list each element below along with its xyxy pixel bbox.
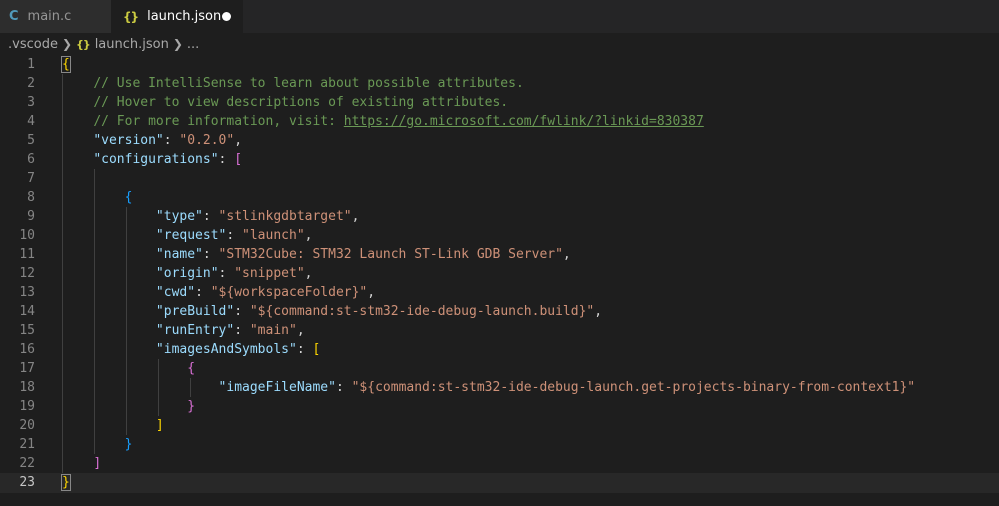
code-line: 15 "runEntry": "main", (0, 321, 999, 340)
code-line: 17 { (0, 359, 999, 378)
chevron-right-icon: ❯ (172, 37, 183, 51)
code-line: 12 "origin": "snippet", (0, 264, 999, 283)
breadcrumb-folder[interactable]: .vscode (8, 37, 58, 52)
code-line: 6 "configurations": [ (0, 150, 999, 169)
tab-bar: C main.c {} launch.json (0, 0, 999, 33)
line-number: 1 (27, 57, 35, 72)
code-line: 10 "request": "launch", (0, 226, 999, 245)
json-key: "configurations" (93, 152, 219, 167)
line-number: 13 (19, 285, 35, 300)
tab-main-c[interactable]: C main.c (0, 0, 111, 33)
line-number: 4 (27, 114, 35, 129)
fwlink-link[interactable]: https://go.microsoft.com/fwlink/?linkid=… (344, 114, 704, 129)
json-string: "snippet" (234, 266, 305, 281)
tab-launch-json[interactable]: {} launch.json (111, 0, 243, 33)
code-line: 13 "cwd": "${workspaceFolder}", (0, 283, 999, 302)
code-line: 20 ] (0, 416, 999, 435)
code-line: 7 (0, 169, 999, 188)
line-number: 23 (19, 475, 35, 490)
tab-label: main.c (27, 9, 72, 24)
code-line: 5 "version": "0.2.0", (0, 131, 999, 150)
json-string: "STM32Cube: STM32 Launch ST-Link GDB Ser… (218, 247, 563, 262)
code-line: 19 } (0, 397, 999, 416)
breadcrumb-file[interactable]: launch.json (95, 37, 169, 52)
code-line: 18 "imageFileName": "${command:st-stm32-… (0, 378, 999, 397)
json-key: "runEntry" (155, 323, 235, 338)
line-number: 3 (27, 95, 35, 110)
json-string: "${command:st-stm32-ide-debug-launch.bui… (249, 304, 595, 319)
tab-label: launch.json (147, 9, 222, 24)
json-key: "imageFileName" (218, 380, 336, 395)
line-number: 6 (27, 152, 35, 167)
json-string: "${command:st-stm32-ide-debug-launch.get… (351, 380, 916, 395)
code-line: 21 } (0, 435, 999, 454)
json-key: "name" (155, 247, 203, 262)
line-number: 9 (27, 209, 35, 224)
comment: // For more information, visit: (93, 114, 344, 129)
chevron-right-icon: ❯ (61, 37, 73, 51)
json-key: "type" (155, 209, 203, 224)
line-number: 10 (19, 228, 35, 243)
text-cursor (69, 474, 71, 491)
code-line: 4 // For more information, visit: https:… (0, 112, 999, 131)
json-string: "main" (249, 323, 297, 338)
brace-close: } (61, 474, 71, 491)
comment: // Use IntelliSense to learn about possi… (93, 76, 524, 91)
json-file-icon: {} (76, 37, 91, 51)
line-number: 11 (19, 247, 35, 262)
code-line: 22 ] (0, 454, 999, 473)
line-number: 16 (19, 342, 35, 357)
brace-open: { (61, 56, 71, 73)
json-key: "request" (155, 228, 227, 243)
code-line: 23} (0, 473, 999, 492)
json-string: "${workspaceFolder}" (210, 285, 368, 300)
line-number: 20 (19, 418, 35, 433)
code-line: 14 "preBuild": "${command:st-stm32-ide-d… (0, 302, 999, 321)
json-file-icon: {} (123, 9, 139, 24)
line-number: 14 (19, 304, 35, 319)
line-number: 22 (19, 456, 35, 471)
line-number: 12 (19, 266, 35, 281)
json-key: "origin" (155, 266, 219, 281)
c-file-icon: C (9, 9, 19, 24)
line-number: 8 (27, 190, 35, 205)
line-number: 2 (27, 76, 35, 91)
code-line: 3 // Hover to view descriptions of exist… (0, 93, 999, 112)
json-string: "stlinkgdbtarget" (218, 209, 352, 224)
code-line: 1{ (0, 55, 999, 74)
code-line: 16 "imagesAndSymbols": [ (0, 340, 999, 359)
json-string: "launch" (242, 228, 305, 243)
line-number: 5 (27, 133, 35, 148)
json-string: "0.2.0" (179, 133, 235, 148)
json-key: "imagesAndSymbols" (155, 342, 297, 357)
line-number: 19 (19, 399, 35, 414)
code-editor[interactable]: 1{ 2 // Use IntelliSense to learn about … (0, 55, 999, 506)
line-number: 17 (19, 361, 35, 376)
unsaved-dot-icon[interactable] (222, 12, 231, 21)
comment: // Hover to view descriptions of existin… (93, 95, 509, 110)
line-number: 18 (19, 380, 35, 395)
line-number: 21 (19, 437, 35, 452)
json-key: "preBuild" (155, 304, 235, 319)
breadcrumb: .vscode ❯ {} launch.json ❯ ... (0, 33, 999, 55)
json-key: "cwd" (155, 285, 196, 300)
breadcrumb-symbols[interactable]: ... (187, 37, 199, 52)
code-line: 9 "type": "stlinkgdbtarget", (0, 207, 999, 226)
code-line: 11 "name": "STM32Cube: STM32 Launch ST-L… (0, 245, 999, 264)
code-line: 2 // Use IntelliSense to learn about pos… (0, 74, 999, 93)
json-key: "version" (93, 133, 164, 148)
code-line: 8 { (0, 188, 999, 207)
line-number: 15 (19, 323, 35, 338)
line-number: 7 (27, 171, 35, 186)
